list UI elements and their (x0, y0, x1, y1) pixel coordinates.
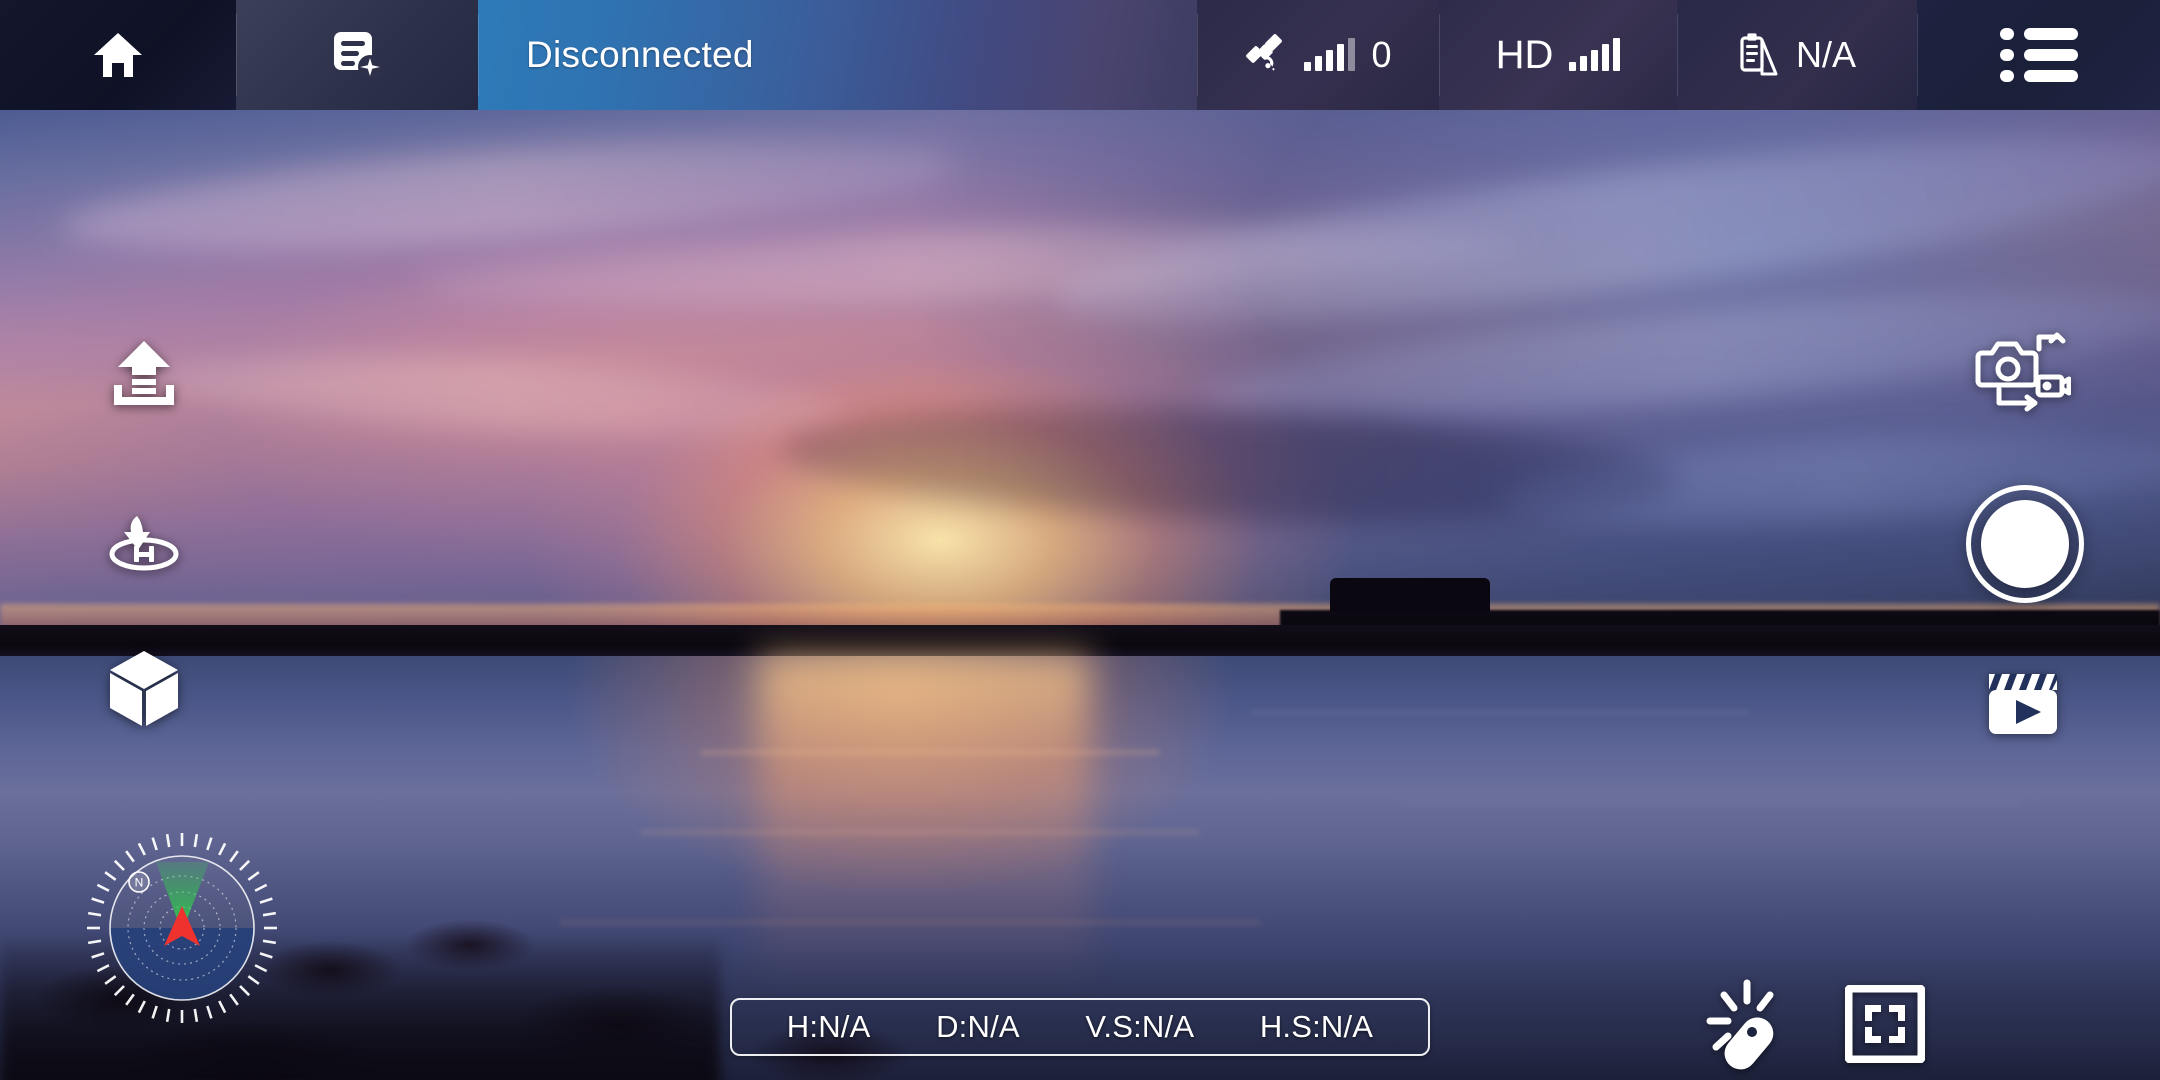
takeoff-arrow-icon (106, 335, 182, 411)
beacon-light-icon (1690, 975, 1790, 1070)
flight-record-button[interactable] (236, 0, 478, 110)
cube-icon (106, 648, 182, 728)
flight-record-icon (332, 30, 382, 80)
home-button[interactable] (0, 0, 236, 110)
beacon-light-button[interactable] (1690, 975, 1790, 1070)
drone-controller-app: Disconnected 0 HD N/A N H:N/A D:N/A V.S:… (0, 0, 2160, 1080)
home-icon (92, 31, 144, 79)
telemetry-distance: D:N/A (936, 1009, 1020, 1044)
return-to-home-icon (104, 508, 184, 578)
gps-satellite-count: 0 (1371, 34, 1392, 75)
3d-map-button[interactable] (96, 640, 192, 736)
video-signal-bars-icon (1569, 38, 1621, 71)
shoreline (0, 625, 2160, 659)
compass-attitude-indicator[interactable]: N (82, 828, 282, 1028)
satellite-icon (1244, 33, 1288, 77)
top-status-bar: Disconnected 0 HD N/A (0, 0, 2160, 110)
battery-icon (1738, 32, 1780, 78)
battery-level-value: N/A (1795, 34, 1856, 75)
telemetry-bar: H:N/A D:N/A V.S:N/A H.S:N/A (730, 998, 1430, 1056)
return-to-home-button[interactable] (96, 495, 192, 591)
video-quality-label: HD (1495, 32, 1554, 77)
water-streak (1250, 710, 1750, 715)
shutter-icon (1981, 500, 2069, 588)
film-clapper-play-icon (1983, 660, 2063, 740)
main-menu-button[interactable] (1917, 0, 2160, 110)
connection-status[interactable]: Disconnected (478, 0, 1197, 110)
gps-status[interactable]: 0 (1197, 0, 1439, 110)
building-silhouette (1330, 578, 1490, 612)
list-menu-icon (1999, 28, 2078, 82)
shutter-button[interactable] (1966, 485, 2084, 603)
takeoff-button[interactable] (96, 325, 192, 421)
telemetry-horizontal-speed: H.S:N/A (1259, 1009, 1374, 1044)
camera-video-toggle-button[interactable] (1968, 315, 2078, 425)
camera-feed (0, 110, 2160, 1080)
right-tool-column (1880, 0, 2160, 1080)
compass-north-label: N (135, 876, 144, 890)
water-streak (640, 830, 1200, 835)
water-streak (700, 750, 1160, 755)
camera-video-switch-icon (1975, 327, 2071, 413)
media-gallery-button[interactable] (1968, 645, 2078, 755)
telemetry-height: H:N/A (786, 1009, 871, 1044)
gps-signal-bars-icon (1304, 38, 1356, 71)
connection-status-label: Disconnected (526, 34, 754, 75)
fullscreen-frame-icon (1845, 985, 1941, 1063)
video-quality-status[interactable]: HD (1439, 0, 1677, 110)
fullscreen-button[interactable] (1845, 985, 1941, 1065)
telemetry-vertical-speed: V.S:N/A (1085, 1009, 1195, 1044)
battery-status[interactable]: N/A (1677, 0, 1917, 110)
